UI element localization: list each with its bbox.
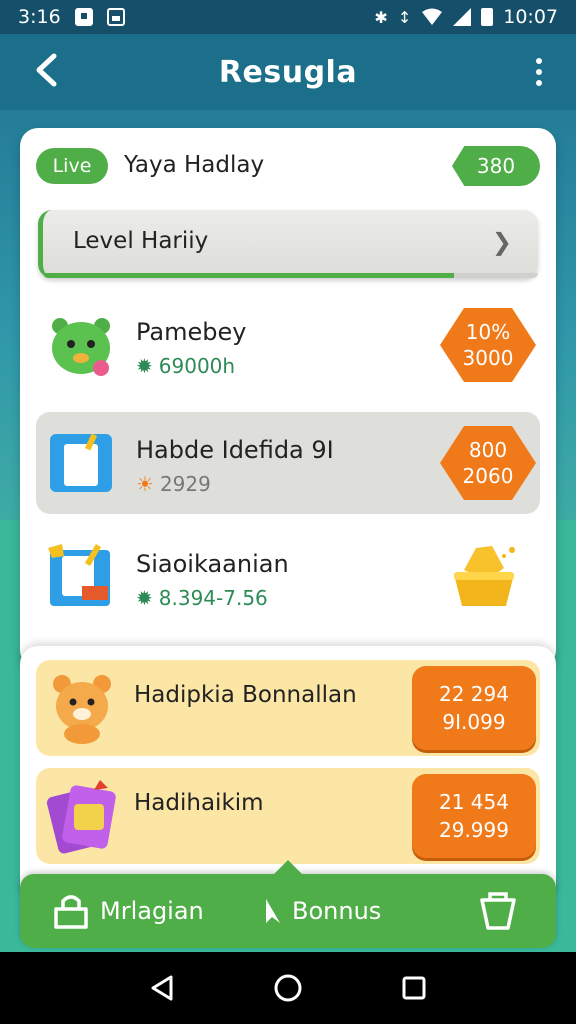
level-progress-track bbox=[43, 273, 538, 278]
bonus-name: Hadihaikim bbox=[134, 790, 264, 816]
app-bar: Resugla bbox=[0, 34, 576, 110]
level-progress-fill bbox=[43, 273, 454, 278]
reward-badge-line2: 2060 bbox=[462, 464, 514, 488]
notification-icon bbox=[74, 8, 93, 26]
nav-bag-button[interactable] bbox=[478, 874, 518, 948]
cards-icon bbox=[46, 780, 116, 854]
back-triangle-icon[interactable] bbox=[149, 974, 175, 1002]
level-label: Level Hariiy bbox=[73, 228, 209, 254]
status-clock: 10:07 bbox=[503, 6, 558, 28]
bonus-card: Hadipkia Bonnallan 22 294 9I.099 Hadihai… bbox=[20, 646, 556, 896]
nav-bonus-label: Bonnus bbox=[292, 897, 382, 925]
reward-badge: 10% 3000 bbox=[440, 308, 536, 382]
live-badge: Live bbox=[36, 148, 108, 184]
home-circle-icon[interactable] bbox=[273, 973, 303, 1003]
bonus-value-line1: 21 454 bbox=[439, 790, 509, 814]
cursor-arrow-icon bbox=[266, 899, 280, 923]
reward-name: Habde Idefida 9I bbox=[136, 436, 334, 464]
nav-shop-label: Mrlagian bbox=[100, 897, 204, 925]
drink-cup-icon bbox=[48, 543, 110, 606]
player-name: Yaya Hadlay bbox=[124, 152, 265, 178]
reward-card: Live Yaya Hadlay 380 Level Hariiy ❯ Pame… bbox=[20, 128, 556, 668]
vibrate-icon: ↕ bbox=[397, 7, 412, 27]
bonus-row[interactable]: Hadihaikim 21 454 29.999 bbox=[36, 768, 540, 864]
reward-badge-line1: 10% bbox=[465, 320, 511, 344]
more-dot-icon bbox=[536, 58, 542, 64]
reward-row[interactable]: Habde Idefida 9I ☀ 2929 800 2060 bbox=[36, 412, 540, 514]
basket-icon bbox=[480, 892, 516, 930]
bonus-value-line1: 22 294 bbox=[439, 682, 509, 706]
screenshot-icon bbox=[106, 8, 125, 26]
bonus-value-button[interactable]: 22 294 9I.099 bbox=[412, 666, 536, 750]
bear-icon bbox=[53, 675, 111, 744]
page-title: Resugla bbox=[218, 54, 358, 90]
shop-bag-icon bbox=[54, 895, 88, 929]
chevron-left-icon bbox=[36, 53, 57, 87]
sun-icon: ☀ bbox=[136, 472, 154, 496]
gold-pot-icon bbox=[454, 546, 515, 606]
chevron-right-icon: ❯ bbox=[491, 228, 512, 256]
reward-badge-line1: 800 bbox=[468, 438, 508, 462]
bottom-nav: Mrlagian Bonnus bbox=[20, 860, 556, 948]
score-badge: 380 bbox=[452, 146, 540, 186]
reward-sub-value: 2929 bbox=[159, 472, 211, 496]
bonus-row[interactable]: Hadipkia Bonnallan 22 294 9I.099 bbox=[36, 660, 540, 756]
recents-square-icon[interactable] bbox=[401, 975, 427, 1001]
milk-glass-icon bbox=[50, 433, 112, 492]
battery-icon bbox=[481, 8, 494, 26]
wifi-icon bbox=[422, 8, 443, 25]
more-menu-button[interactable] bbox=[524, 50, 554, 94]
gem-icon: ✹ bbox=[136, 586, 153, 610]
bonus-value-line2: 29.999 bbox=[439, 818, 509, 842]
nav-bonus-button[interactable]: Bonnus bbox=[262, 874, 381, 948]
back-button[interactable] bbox=[24, 48, 68, 92]
bonus-value-line2: 9I.099 bbox=[442, 710, 506, 734]
reward-sub: ✹ 8.394-7.56 bbox=[136, 586, 268, 610]
reward-sub: ☀ 2929 bbox=[136, 472, 211, 496]
status-time: 3:16 bbox=[18, 6, 61, 28]
more-dot-icon bbox=[536, 69, 542, 75]
more-dot-icon bbox=[536, 80, 542, 86]
reward-name: Siaoikaanian bbox=[136, 550, 289, 578]
bonus-name: Hadipkia Bonnallan bbox=[134, 682, 357, 708]
reward-sub: ✹ 69000h bbox=[136, 354, 235, 378]
reward-sub-value: 69000h bbox=[158, 354, 236, 378]
level-progress-button[interactable]: Level Hariiy ❯ bbox=[38, 210, 538, 278]
status-bar: 3:16 ✱ ↕ 10:07 bbox=[0, 0, 576, 34]
gem-icon: ✹ bbox=[136, 354, 153, 378]
reward-row[interactable]: Siaoikaanian ✹ 8.394-7.56 bbox=[36, 526, 540, 628]
reward-sub-value: 8.394-7.56 bbox=[158, 586, 268, 610]
reward-badge-line2: 3000 bbox=[462, 346, 514, 370]
player-header: Live Yaya Hadlay 380 bbox=[36, 146, 540, 188]
signal-icon bbox=[453, 8, 472, 26]
reward-badge: 800 2060 bbox=[440, 426, 536, 500]
green-monster-icon bbox=[52, 318, 110, 376]
reward-row[interactable]: Pamebey ✹ 69000h 10% 3000 bbox=[36, 294, 540, 396]
bonus-value-button[interactable]: 21 454 29.999 bbox=[412, 774, 536, 858]
bluetooth-icon: ✱ bbox=[374, 7, 388, 27]
system-nav-bar bbox=[0, 952, 576, 1024]
nav-shop-button[interactable]: Mrlagian bbox=[50, 874, 204, 948]
reward-name: Pamebey bbox=[136, 318, 247, 346]
